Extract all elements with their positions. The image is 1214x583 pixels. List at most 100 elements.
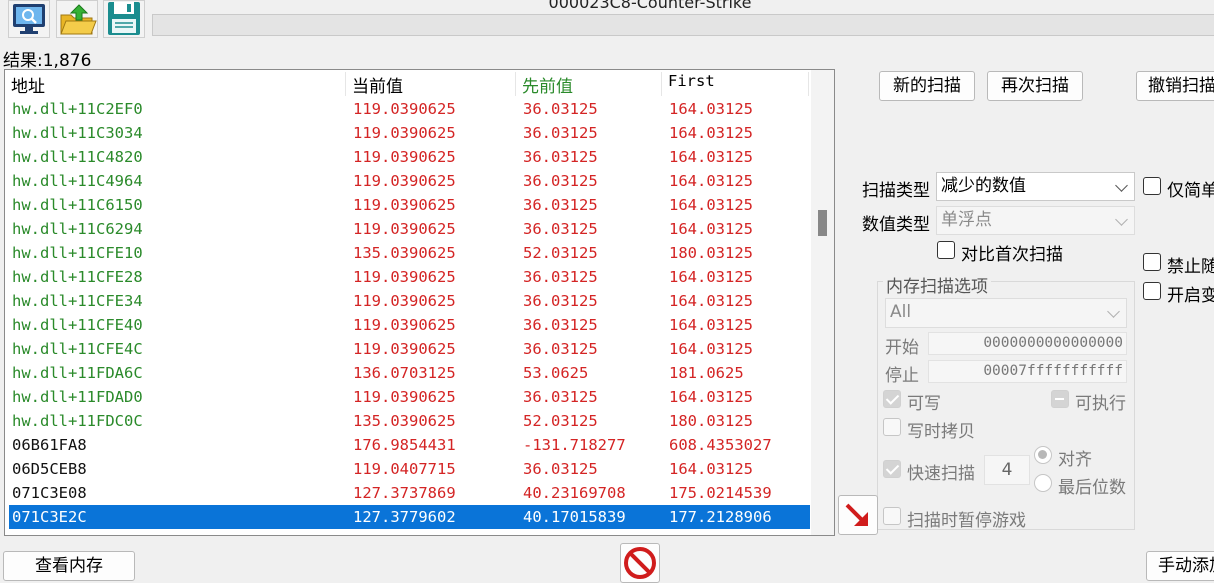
previous-value-cell: 36.03125 [523,268,598,286]
address-cell: hw.dll+11CFE4C [12,340,143,358]
table-row[interactable]: hw.dll+11FDAD0 119.0390625 36.03125 164.031… [9,385,810,409]
fast-scan-value-field[interactable]: 4 [984,455,1030,485]
enable-speedhack-label: 开启变速 [1167,286,1214,306]
no-entry-icon [624,547,656,579]
address-cell: hw.dll+11FDAD0 [12,388,143,406]
address-cell: hw.dll+11C4964 [12,172,143,190]
previous-value-cell: 40.23169708 [523,484,626,502]
table-row[interactable]: hw.dll+11FDC0C 135.0390625 52.03125 180.031… [9,409,810,433]
start-address-field[interactable]: 0000000000000000 [928,332,1127,355]
first-value-cell: 177.2128906 [669,508,772,526]
current-value-cell: 119.0390625 [353,148,456,166]
simple-values-checkbox[interactable] [1143,177,1161,195]
table-row[interactable]: hw.dll+11C4964 119.0390625 36.03125 164.031… [9,169,810,193]
stop-address-field[interactable]: 00007fffffffffff [928,360,1127,383]
disable-random-checkbox[interactable] [1143,253,1161,271]
process-select-button[interactable] [8,0,50,38]
scrollbar-thumb[interactable] [818,210,827,236]
clear-list-button[interactable] [620,543,660,583]
enable-speedhack-checkbox[interactable] [1143,282,1161,300]
table-row[interactable]: hw.dll+11C2EF0 119.0390625 36.03125 164.031… [9,97,810,121]
address-cell: 06D5CEB8 [12,460,87,478]
alignment-label: 对齐 [1058,450,1092,470]
undo-scan-button[interactable]: 撤销扫描 [1136,71,1214,101]
copy-on-write-checkbox[interactable] [883,418,901,436]
table-row[interactable]: 071C3E2C 127.3779602 40.17015839 177.212890… [9,505,810,529]
results-count: 结果:1,876 [3,51,92,71]
writable-checkbox[interactable] [883,390,901,408]
results-scrollbar[interactable] [811,70,834,535]
simple-values-label: 仅简单值 [1167,181,1214,201]
current-value-cell: 119.0407715 [353,460,456,478]
next-scan-button[interactable]: 再次扫描 [987,71,1083,101]
previous-value-cell: 52.03125 [523,412,598,430]
scan-type-select[interactable]: 减少的数值 [936,172,1135,201]
current-value-cell: 136.0703125 [353,364,456,382]
value-type-select[interactable]: 单浮点 [936,206,1135,235]
first-value-cell: 164.03125 [669,172,753,190]
address-cell: 071C3E2C [12,508,87,526]
previous-value-cell: 36.03125 [523,340,598,358]
executable-checkbox[interactable] [1051,390,1069,408]
value-type-label: 数值类型 [862,215,930,235]
table-row[interactable]: 071C3E08 127.3737869 40.23169708 175.021453… [9,481,810,505]
first-value-cell: 180.03125 [669,412,753,430]
pause-game-checkbox[interactable] [883,507,901,525]
column-header-current[interactable]: 当前值 [346,72,516,97]
current-value-cell: 127.3737869 [353,484,456,502]
column-header-first[interactable]: First [662,72,809,96]
table-row[interactable]: hw.dll+11CFE34 119.0390625 36.03125 164.031… [9,289,810,313]
address-cell: 071C3E08 [12,484,87,502]
table-row[interactable]: 06D5CEB8 119.0407715 36.03125 164.03125 [9,457,810,481]
table-row[interactable]: hw.dll+11CFE10 135.0390625 52.03125 180.031… [9,241,810,265]
first-value-cell: 181.0625 [669,364,744,382]
address-cell: hw.dll+11C6294 [12,220,143,238]
table-row[interactable]: hw.dll+11CFE28 119.0390625 36.03125 164.031… [9,265,810,289]
save-button[interactable] [103,0,145,38]
fast-scan-checkbox[interactable] [883,460,901,478]
table-row[interactable]: 06B61FA8 176.9854431 -131.718277 608.435302… [9,433,810,457]
chevron-down-icon [1115,179,1128,192]
first-value-cell: 164.03125 [669,268,753,286]
alignment-radio[interactable] [1034,446,1052,464]
previous-value-cell: 36.03125 [523,100,598,118]
compare-first-checkbox[interactable] [937,241,955,259]
table-row[interactable]: hw.dll+11CFE40 119.0390625 36.03125 164.031… [9,313,810,337]
first-value-cell: 608.4353027 [669,436,772,454]
last-digits-radio[interactable] [1034,474,1052,492]
open-file-button[interactable] [56,0,98,38]
memory-options-title: 内存扫描选项 [883,272,991,297]
address-cell: hw.dll+11CFE10 [12,244,143,262]
new-scan-button[interactable]: 新的扫描 [879,71,975,101]
address-cell: 06B61FA8 [12,436,87,454]
table-row[interactable]: hw.dll+11C6150 119.0390625 36.03125 164.031… [9,193,810,217]
previous-value-cell: 52.03125 [523,244,598,262]
current-value-cell: 119.0390625 [353,388,456,406]
copy-on-write-label: 写时拷贝 [907,422,975,442]
first-value-cell: 164.03125 [669,196,753,214]
current-value-cell: 119.0390625 [353,172,456,190]
first-value-cell: 164.03125 [669,316,753,334]
column-header-address[interactable]: 地址 [5,72,346,97]
list-header: 地址 当前值 先前值 First [5,70,809,97]
table-row[interactable]: hw.dll+11C6294 119.0390625 36.03125 164.031… [9,217,810,241]
first-value-cell: 180.03125 [669,244,753,262]
table-row[interactable]: hw.dll+11C4820 119.0390625 36.03125 164.031… [9,145,810,169]
first-value-cell: 164.03125 [669,292,753,310]
disable-random-label: 禁止随机 [1167,257,1214,277]
current-value-cell: 119.0390625 [353,316,456,334]
current-value-cell: 119.0390625 [353,220,456,238]
first-value-cell: 164.03125 [669,340,753,358]
table-row[interactable]: hw.dll+11FDA6C 136.0703125 53.0625 181.0625 [9,361,810,385]
first-value-cell: 164.03125 [669,460,753,478]
address-cell: hw.dll+11FDC0C [12,412,143,430]
table-row[interactable]: hw.dll+11CFE4C 119.0390625 36.03125 164.031… [9,337,810,361]
table-row[interactable]: hw.dll+11C3034 119.0390625 36.03125 164.031… [9,121,810,145]
column-header-previous[interactable]: 先前值 [516,72,662,97]
fast-scan-label: 快速扫描 [907,464,975,484]
add-selected-to-list-button[interactable] [838,495,878,535]
memory-region-select[interactable]: All [885,298,1127,328]
current-value-cell: 119.0390625 [353,196,456,214]
results-list[interactable]: 地址 当前值 先前值 First hw.dll+11C2EF0 119.03906… [4,69,835,536]
previous-value-cell: 36.03125 [523,316,598,334]
